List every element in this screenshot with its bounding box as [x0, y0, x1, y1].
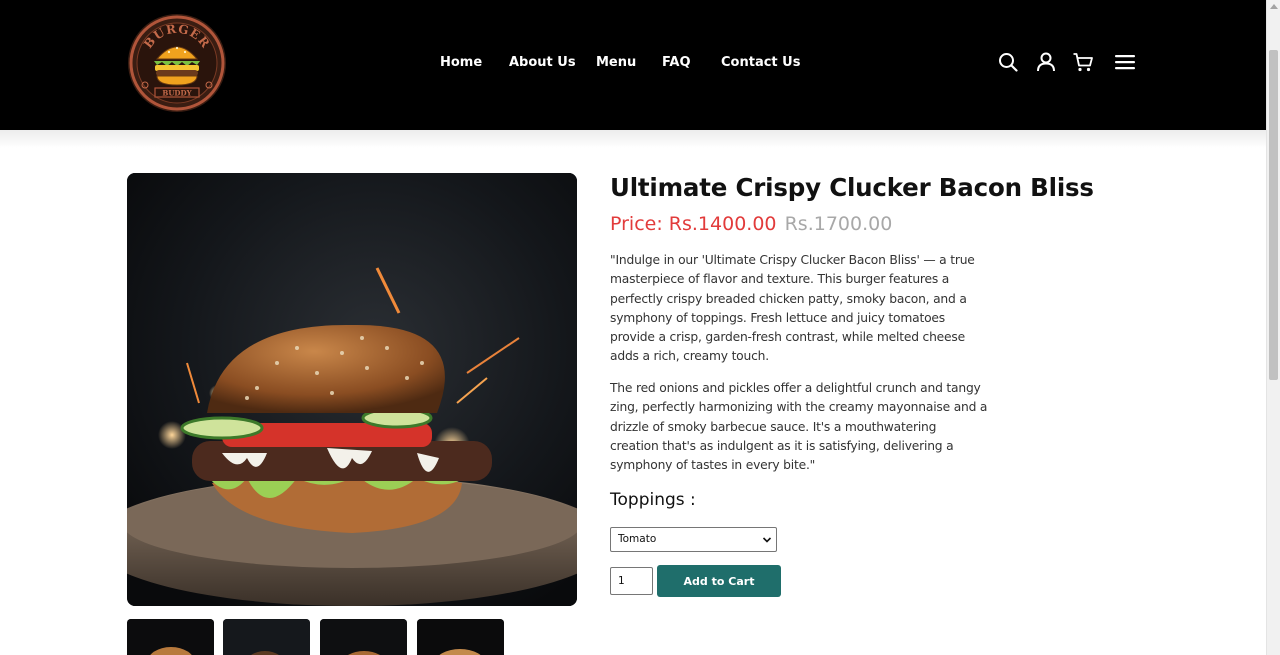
product-thumbnail[interactable] — [417, 619, 504, 655]
toppings-selected-value: Tomato — [618, 533, 657, 545]
burger-photo — [127, 173, 577, 606]
product-thumbnail[interactable] — [127, 619, 214, 655]
thumbnail-image — [320, 619, 407, 655]
nav-menu[interactable]: Menu — [596, 55, 636, 70]
user-icon[interactable] — [1035, 51, 1057, 73]
old-price: Rs.1700.00 — [784, 213, 893, 235]
product-description: "Indulge in our 'Ultimate Crispy Clucker… — [610, 253, 975, 364]
price-row: Price: Rs.1400.00 Rs.1700.00 — [610, 213, 892, 235]
toppings-select[interactable]: Tomato — [610, 527, 777, 552]
thumbnail-image — [417, 619, 504, 655]
thumbnail-image — [127, 619, 214, 655]
header-shadow — [0, 130, 1266, 148]
page-scrollbar[interactable] — [1266, 0, 1280, 655]
thumbnail-image — [223, 619, 310, 655]
product-title: Ultimate Crispy Clucker Bacon Bliss — [610, 173, 1094, 202]
nav-about-us[interactable]: About Us — [509, 55, 576, 70]
page: BURGER BUDDY Home About Us Menu FAQ Cont… — [0, 0, 1280, 655]
nav-faq[interactable]: FAQ — [662, 55, 691, 70]
search-icon[interactable] — [997, 51, 1019, 73]
nav-contact-us[interactable]: Contact Us — [721, 55, 800, 70]
product-thumbnail[interactable] — [223, 619, 310, 655]
current-price: Price: Rs.1400.00 — [610, 213, 777, 235]
nav-home[interactable]: Home — [440, 55, 482, 70]
chevron-down-icon — [762, 537, 772, 543]
product-description-continued: The red onions and pickles offer a delig… — [610, 381, 988, 473]
toppings-label: Toppings : — [610, 490, 696, 510]
add-to-cart-button[interactable]: Add to Cart — [657, 565, 781, 597]
quantity-value: 1 — [618, 575, 625, 587]
scroll-up-arrow-icon[interactable] — [1270, 4, 1278, 9]
cart-icon[interactable] — [1072, 51, 1094, 73]
quantity-input[interactable]: 1 — [610, 567, 653, 595]
svg-text:BUDDY: BUDDY — [162, 89, 192, 98]
product-thumbnail[interactable] — [320, 619, 407, 655]
product-main-image[interactable] — [127, 173, 577, 606]
scrollbar-thumb[interactable] — [1269, 50, 1278, 380]
menu-icon[interactable] — [1114, 51, 1136, 73]
site-header: BURGER BUDDY Home About Us Menu FAQ Cont… — [0, 0, 1266, 130]
